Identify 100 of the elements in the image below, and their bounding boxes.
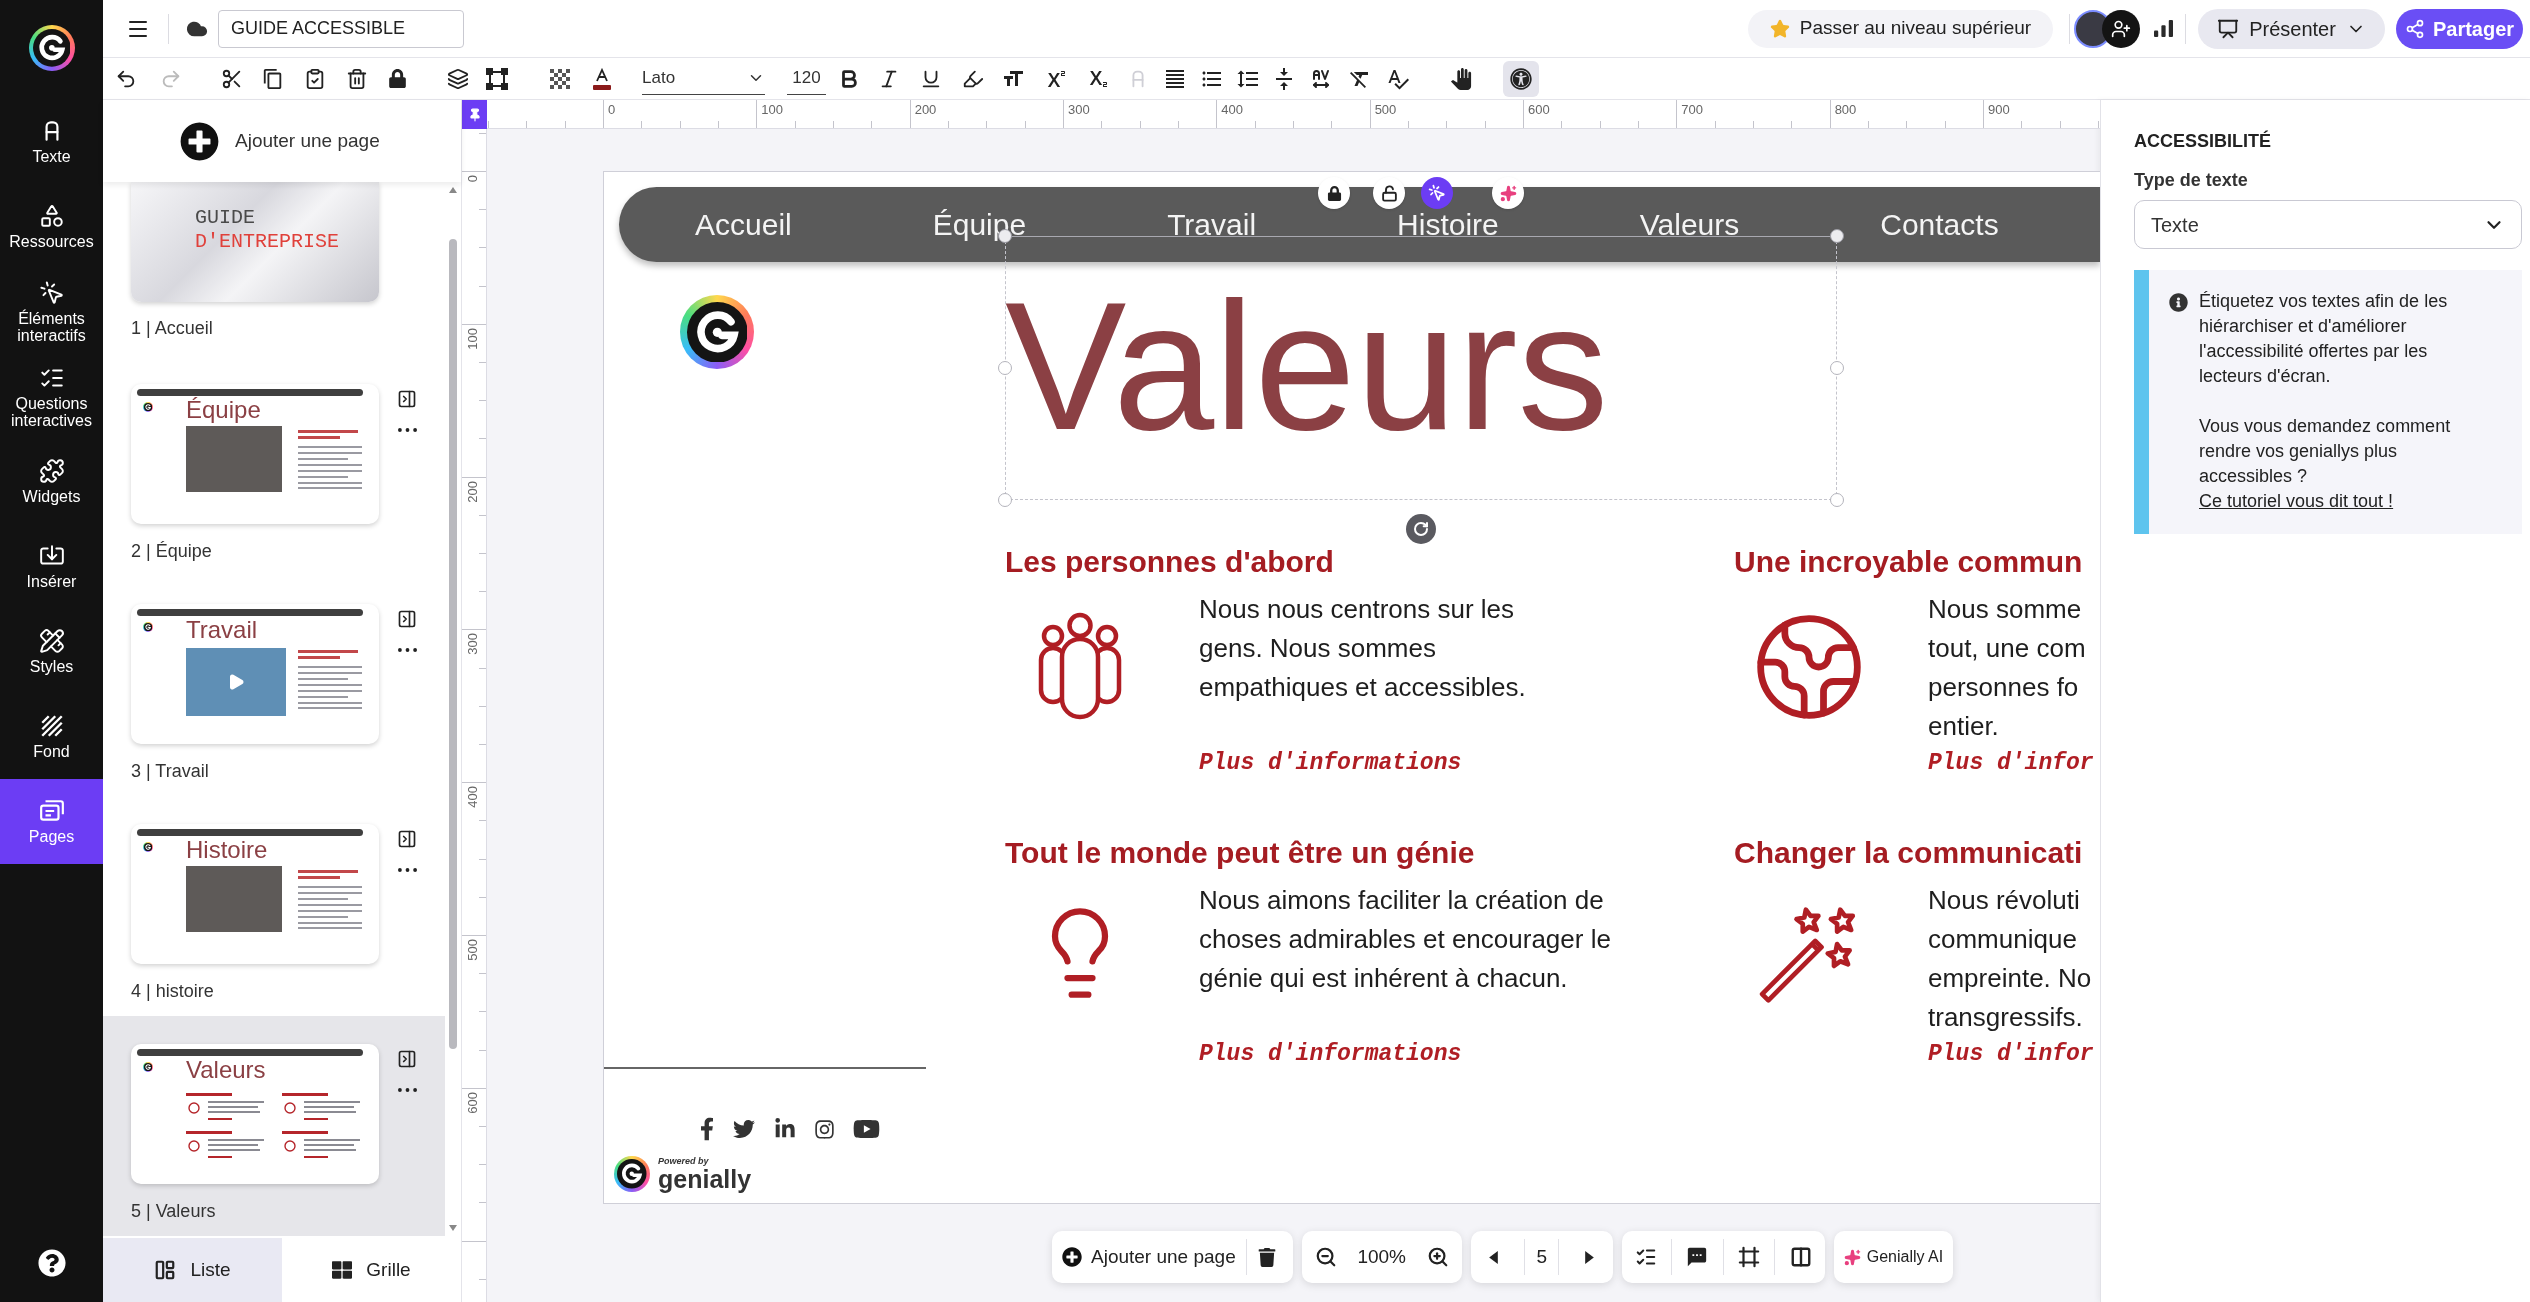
twitter-icon[interactable] — [732, 1118, 756, 1140]
nav-item[interactable]: Histoire — [1397, 206, 1499, 243]
linkedin-icon[interactable] — [774, 1118, 796, 1140]
page-row[interactable]: GUIDE D'ENTREPRISE 1 | Accueil — [103, 182, 446, 356]
more-info-link[interactable]: Plus d'informations — [1199, 748, 1462, 778]
page-thumbnail[interactable]: Valeurs — [131, 1044, 379, 1184]
font-select[interactable]: Lato — [642, 62, 765, 95]
more-button[interactable] — [396, 865, 418, 875]
page-thumbnail[interactable]: Travail — [131, 604, 379, 744]
add-page-button[interactable]: Ajouter une page — [1062, 1242, 1246, 1272]
ruler-label: 900 — [1987, 103, 2010, 117]
add-page-button[interactable]: Ajouter une page — [180, 121, 380, 161]
thumbnail-title: Valeurs — [186, 1056, 266, 1084]
page-thumbnail[interactable]: GUIDE D'ENTREPRISE — [131, 182, 379, 302]
font-size-field[interactable]: 120 — [787, 62, 826, 95]
page-label: 4 | histoire — [131, 980, 215, 1003]
page-row[interactable]: Valeurs 5 | Valeurs — [103, 1016, 446, 1236]
more-info-link[interactable]: Plus d'infor — [1928, 748, 2094, 778]
more-button[interactable] — [396, 645, 418, 655]
sidebar-item[interactable]: Pages — [0, 779, 103, 864]
tutorial-link[interactable]: Ce tutoriel vous dit tout ! — [2199, 491, 2394, 511]
page-label: 1 | Accueil — [131, 317, 214, 340]
page-thumbnail[interactable]: Équipe — [131, 384, 379, 524]
logo-icon — [143, 842, 153, 852]
help-button[interactable] — [37, 1249, 66, 1277]
youtube-icon[interactable] — [853, 1117, 880, 1141]
sidebar-label: Pages — [27, 828, 76, 845]
sidebar-item[interactable]: Insérer — [0, 524, 103, 609]
sidebar-item[interactable]: Fond — [0, 694, 103, 779]
move-page-button[interactable] — [396, 389, 418, 409]
section-text: Nous révoluti communique empreinte. No transgressifs. — [1928, 884, 2093, 1034]
more-button[interactable] — [396, 1085, 418, 1095]
unlock-button[interactable] — [1373, 177, 1405, 209]
info-icon — [2169, 293, 2188, 312]
lock-icon — [387, 69, 407, 88]
help-icon — [37, 1249, 66, 1277]
move-page-button[interactable] — [396, 1049, 418, 1069]
powered-by-text: Powered by — [658, 1156, 710, 1166]
nav-item[interactable]: Valeurs — [1639, 206, 1740, 243]
instagram-icon[interactable] — [814, 1118, 835, 1140]
ruler-label: 200 — [466, 480, 480, 503]
section-heading: Changer la communicati — [1734, 835, 2084, 871]
add-user-button[interactable] — [2102, 9, 2140, 48]
move-page-button[interactable] — [396, 609, 418, 629]
nav-item[interactable]: Travail — [1167, 206, 1257, 243]
sidebar-label: Éléments interactifs — [16, 309, 87, 344]
more-button[interactable] — [396, 425, 418, 435]
page-label: 5 | Valeurs — [131, 1200, 217, 1223]
pin-button[interactable] — [462, 100, 487, 129]
ai-button[interactable] — [1492, 177, 1524, 209]
accessibility-icon — [1510, 67, 1532, 90]
sidebar-label: Questions interactives — [10, 394, 93, 429]
zoom-out-icon — [1314, 1246, 1337, 1268]
view-tab[interactable]: Liste — [103, 1238, 282, 1302]
sidebar-item[interactable]: Éléments interactifs — [0, 269, 103, 354]
sidebar-item[interactable]: Widgets — [0, 439, 103, 524]
resize-handle[interactable] — [1830, 493, 1844, 507]
rotate-handle[interactable] — [1406, 514, 1436, 544]
grid-icon — [332, 1260, 353, 1280]
page-row[interactable]: Travail 3 | Travail — [103, 576, 446, 796]
resize-handle[interactable] — [998, 493, 1012, 507]
clipboard-check-icon — [304, 67, 326, 90]
present-button[interactable]: Présenter — [2198, 8, 2385, 49]
sidebar-item[interactable]: Questions interactives — [0, 354, 103, 439]
logo-icon — [143, 622, 153, 632]
sidebar-item[interactable]: Styles — [0, 609, 103, 694]
title-field[interactable]: GUIDE ACCESSIBLE — [218, 9, 464, 48]
interaction-button[interactable] — [1421, 177, 1453, 209]
facebook-icon[interactable] — [700, 1117, 714, 1141]
share-button[interactable]: Partager — [2396, 8, 2523, 49]
page-label: 2 | Équipe — [131, 540, 213, 563]
genially-ai-button[interactable]: Genially AI — [1833, 1231, 1954, 1283]
pages-icon — [38, 798, 65, 824]
logo-icon — [143, 402, 153, 412]
layers-icon — [447, 67, 469, 90]
accessibility-button[interactable] — [1503, 60, 1539, 97]
nav-item[interactable]: Accueil — [695, 206, 792, 243]
nav-item[interactable]: Équipe — [932, 206, 1027, 243]
scrollbar-thumb[interactable] — [449, 239, 457, 1049]
move-page-button[interactable] — [396, 829, 418, 849]
share-icon — [2404, 18, 2425, 39]
sidebar-item[interactable]: Texte — [0, 99, 103, 184]
slide-title: Valeurs — [1005, 275, 1609, 457]
scroll-down-icon — [449, 1225, 457, 1231]
pointer-click-icon — [38, 279, 65, 306]
ruler-label: 500 — [466, 939, 480, 961]
upgrade-button[interactable]: Passer au niveau supérieur — [1748, 9, 2053, 48]
triangle-left-icon — [1489, 1250, 1499, 1264]
page-row[interactable]: Histoire 4 | histoire — [103, 796, 446, 1016]
resize-handle[interactable] — [1830, 361, 1844, 375]
sidebar-item[interactable]: Ressources — [0, 184, 103, 269]
text-type-select[interactable]: Texte — [2134, 200, 2522, 249]
page-thumbnail[interactable]: Histoire — [131, 824, 379, 964]
page-row[interactable]: Équipe 2 | Équipe — [103, 356, 446, 576]
nav-item[interactable]: Contacts — [1880, 206, 1999, 243]
lock-button[interactable] — [1318, 177, 1350, 209]
ruler-label: 300 — [466, 633, 480, 656]
more-info-link[interactable]: Plus d'infor — [1928, 1039, 2094, 1069]
more-info-link[interactable]: Plus d'informations — [1199, 1039, 1462, 1069]
plus-icon — [1062, 1247, 1082, 1267]
